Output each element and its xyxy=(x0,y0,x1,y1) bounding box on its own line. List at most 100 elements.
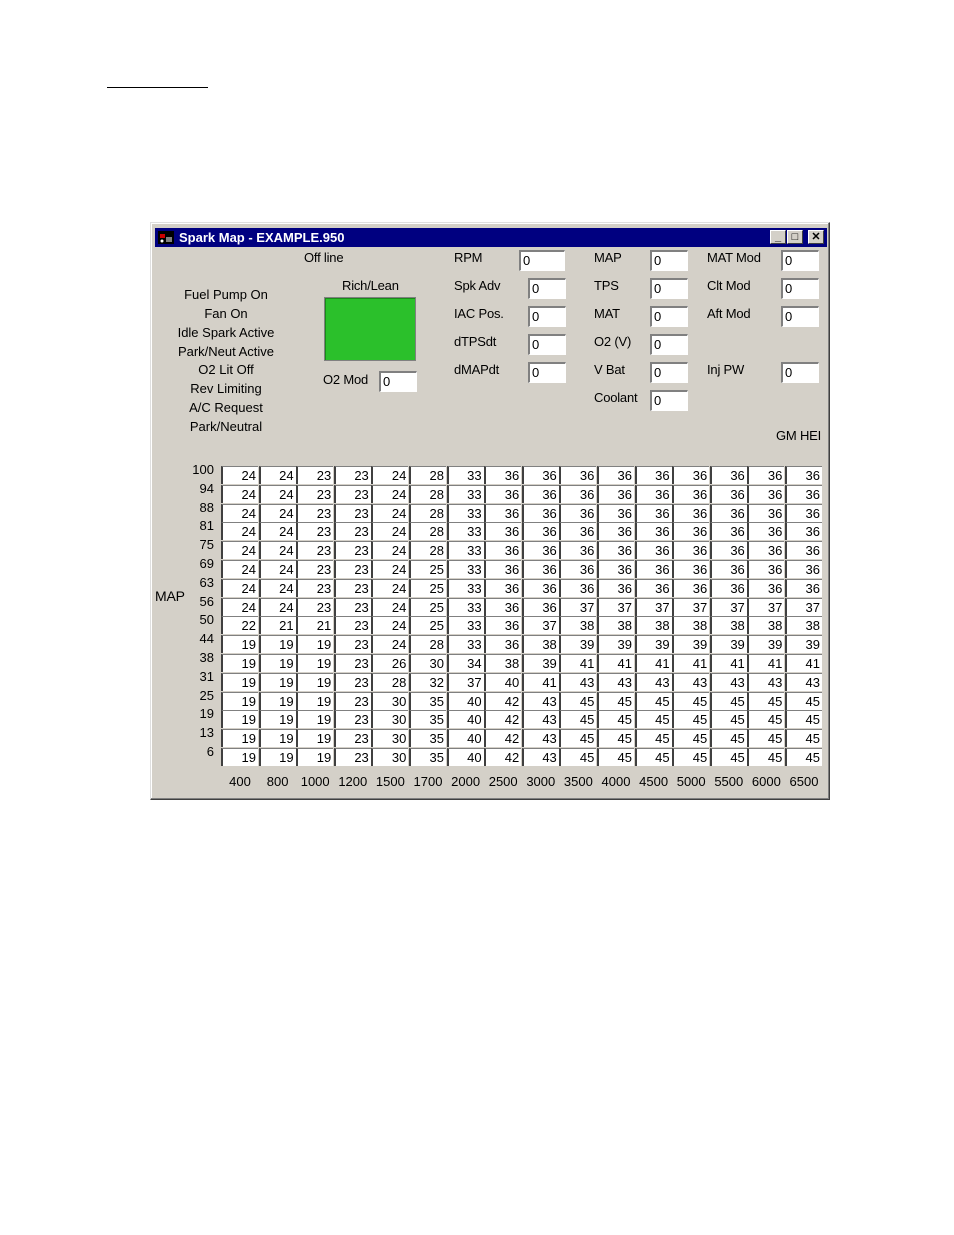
table-cell[interactable]: 19 xyxy=(296,748,334,766)
table-cell[interactable]: 45 xyxy=(597,748,634,766)
table-cell[interactable]: 25 xyxy=(409,578,446,597)
table-cell[interactable]: 33 xyxy=(446,560,484,578)
table-cell[interactable]: 45 xyxy=(559,748,597,766)
table-cell[interactable]: 23 xyxy=(296,597,334,616)
table-cell[interactable]: 38 xyxy=(597,616,634,635)
table-cell[interactable]: 19 xyxy=(296,729,334,748)
table-cell[interactable]: 36 xyxy=(709,560,747,578)
table-cell[interactable]: 36 xyxy=(597,541,634,560)
table-cell[interactable]: 36 xyxy=(634,503,672,522)
clt-mod-field[interactable]: 0 xyxy=(781,278,819,299)
table-cell[interactable]: 38 xyxy=(672,616,710,635)
o2-volts-field[interactable]: 0 xyxy=(650,334,688,355)
table-cell[interactable]: 43 xyxy=(521,710,559,729)
table-cell[interactable]: 36 xyxy=(709,503,747,522)
table-cell[interactable]: 19 xyxy=(258,748,296,766)
table-cell[interactable]: 36 xyxy=(634,578,672,597)
table-cell[interactable]: 24 xyxy=(371,560,409,578)
table-cell[interactable]: 45 xyxy=(709,691,747,710)
table-cell[interactable]: 45 xyxy=(785,748,822,766)
table-cell[interactable]: 36 xyxy=(521,522,559,541)
rpm-field[interactable]: 0 xyxy=(519,250,565,271)
maximize-button[interactable]: □ xyxy=(787,230,803,244)
table-cell[interactable]: 23 xyxy=(333,729,371,748)
table-cell[interactable]: 37 xyxy=(634,597,672,616)
table-cell[interactable]: 38 xyxy=(634,616,672,635)
table-cell[interactable]: 41 xyxy=(672,654,710,672)
table-cell[interactable]: 23 xyxy=(333,710,371,729)
table-cell[interactable]: 33 xyxy=(446,522,484,541)
table-cell[interactable]: 36 xyxy=(484,503,522,522)
mat-field[interactable]: 0 xyxy=(650,306,688,327)
table-cell[interactable]: 23 xyxy=(333,522,371,541)
table-cell[interactable]: 45 xyxy=(634,710,672,729)
table-cell[interactable]: 36 xyxy=(747,541,785,560)
table-cell[interactable]: 30 xyxy=(371,748,409,766)
table-cell[interactable]: 23 xyxy=(296,560,334,578)
table-cell[interactable]: 38 xyxy=(785,616,822,635)
table-cell[interactable]: 43 xyxy=(521,691,559,710)
table-cell[interactable]: 41 xyxy=(747,654,785,672)
table-cell[interactable]: 25 xyxy=(409,616,446,635)
table-cell[interactable]: 41 xyxy=(634,654,672,672)
table-cell[interactable]: 45 xyxy=(709,729,747,748)
table-cell[interactable]: 23 xyxy=(333,691,371,710)
table-cell[interactable]: 36 xyxy=(484,635,522,654)
table-cell[interactable]: 36 xyxy=(747,560,785,578)
table-cell[interactable]: 24 xyxy=(371,484,409,503)
inj-pw-field[interactable]: 0 xyxy=(781,362,819,383)
table-cell[interactable]: 24 xyxy=(258,541,296,560)
table-cell[interactable]: 38 xyxy=(559,616,597,635)
table-cell[interactable]: 36 xyxy=(785,503,822,522)
table-cell[interactable]: 36 xyxy=(521,597,559,616)
table-cell[interactable]: 36 xyxy=(785,560,822,578)
table-cell[interactable]: 24 xyxy=(371,578,409,597)
table-cell[interactable]: 38 xyxy=(484,654,522,672)
table-cell[interactable]: 36 xyxy=(559,503,597,522)
table-cell[interactable]: 23 xyxy=(333,484,371,503)
table-cell[interactable]: 41 xyxy=(521,672,559,691)
table-cell[interactable]: 36 xyxy=(521,541,559,560)
table-cell[interactable]: 45 xyxy=(785,691,822,710)
table-cell[interactable]: 42 xyxy=(484,710,522,729)
table-cell[interactable]: 24 xyxy=(371,616,409,635)
table-cell[interactable]: 24 xyxy=(221,578,258,597)
table-cell[interactable]: 28 xyxy=(409,466,446,484)
table-cell[interactable]: 36 xyxy=(747,503,785,522)
table-cell[interactable]: 38 xyxy=(521,635,559,654)
table-cell[interactable]: 24 xyxy=(371,635,409,654)
table-cell[interactable]: 19 xyxy=(296,672,334,691)
table-cell[interactable]: 43 xyxy=(634,672,672,691)
table-cell[interactable]: 45 xyxy=(747,691,785,710)
table-cell[interactable]: 43 xyxy=(747,672,785,691)
table-cell[interactable]: 37 xyxy=(597,597,634,616)
table-cell[interactable]: 37 xyxy=(521,616,559,635)
table-cell[interactable]: 35 xyxy=(409,748,446,766)
table-cell[interactable]: 36 xyxy=(672,466,710,484)
table-cell[interactable]: 40 xyxy=(446,710,484,729)
table-cell[interactable]: 24 xyxy=(371,503,409,522)
table-cell[interactable]: 43 xyxy=(709,672,747,691)
table-cell[interactable]: 19 xyxy=(258,635,296,654)
table-cell[interactable]: 36 xyxy=(785,522,822,541)
table-cell[interactable]: 36 xyxy=(747,484,785,503)
table-cell[interactable]: 24 xyxy=(258,484,296,503)
table-cell[interactable]: 36 xyxy=(559,484,597,503)
table-cell[interactable]: 19 xyxy=(221,654,258,672)
table-cell[interactable]: 45 xyxy=(634,691,672,710)
table-cell[interactable]: 45 xyxy=(747,729,785,748)
table-cell[interactable]: 24 xyxy=(371,541,409,560)
table-cell[interactable]: 37 xyxy=(747,597,785,616)
table-cell[interactable]: 36 xyxy=(521,466,559,484)
table-cell[interactable]: 23 xyxy=(333,635,371,654)
table-cell[interactable]: 23 xyxy=(333,466,371,484)
table-cell[interactable]: 40 xyxy=(484,672,522,691)
table-cell[interactable]: 23 xyxy=(333,597,371,616)
table-cell[interactable]: 23 xyxy=(296,503,334,522)
table-cell[interactable]: 43 xyxy=(785,672,822,691)
table-cell[interactable]: 36 xyxy=(785,484,822,503)
table-cell[interactable]: 33 xyxy=(446,466,484,484)
table-cell[interactable]: 24 xyxy=(258,466,296,484)
vbat-field[interactable]: 0 xyxy=(650,362,688,383)
table-cell[interactable]: 24 xyxy=(258,578,296,597)
